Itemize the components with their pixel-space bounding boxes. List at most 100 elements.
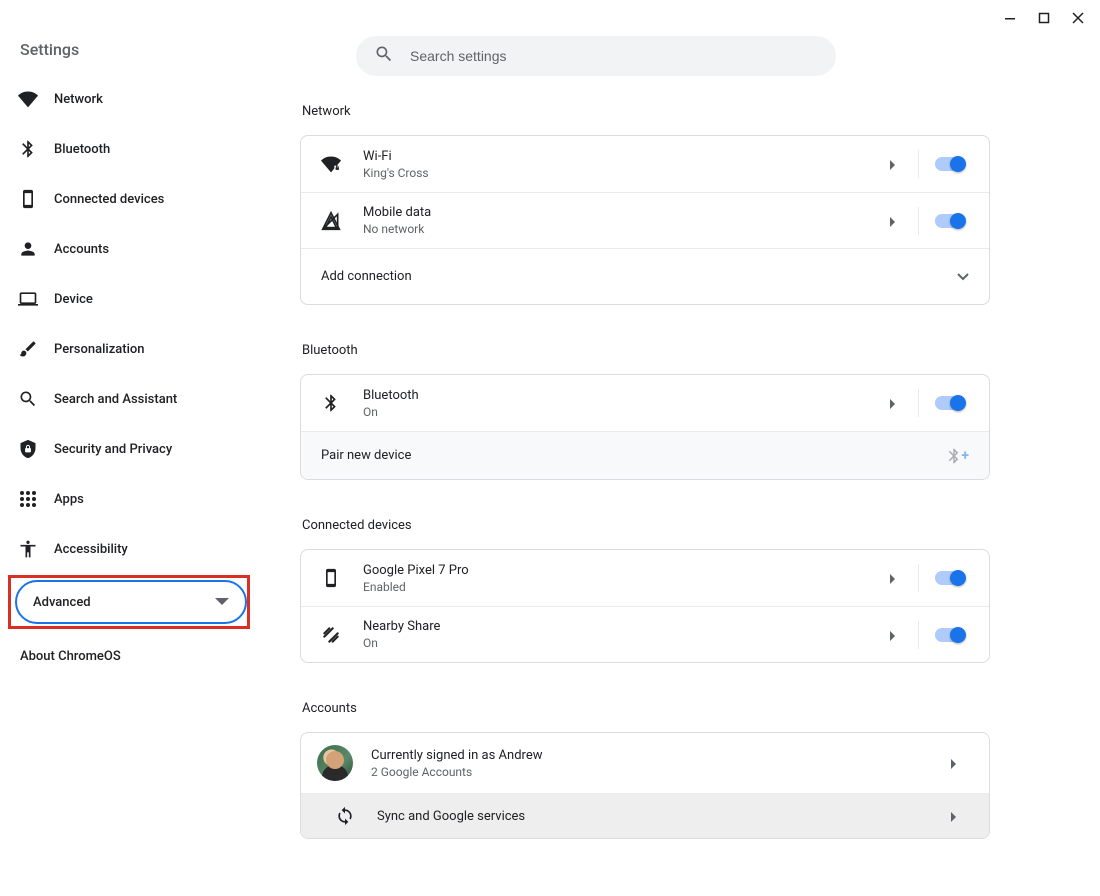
bluetooth-card: Bluetooth On Pair new device + <box>300 374 990 480</box>
chevron-down-icon <box>215 595 229 609</box>
close-button[interactable] <box>1064 4 1092 32</box>
row-title: Mobile data <box>363 205 878 220</box>
section-title-connected: Connected devices <box>302 518 990 533</box>
sidebar-item-accessibility[interactable]: Accessibility <box>8 529 244 569</box>
wifi-lock-icon <box>321 154 341 174</box>
row-subtitle: King's Cross <box>363 166 878 180</box>
chevron-right-icon <box>888 216 898 226</box>
sidebar-item-label: Advanced <box>33 595 91 610</box>
chevron-right-icon <box>888 159 898 169</box>
row-subtitle: 2 Google Accounts <box>371 765 939 779</box>
bluetooth-icon <box>18 139 38 159</box>
connected-card: Google Pixel 7 Pro Enabled Nearby Share … <box>300 549 990 663</box>
row-subtitle: On <box>363 405 878 419</box>
wifi-toggle[interactable] <box>935 157 965 171</box>
sidebar-item-label: Search and Assistant <box>54 392 177 407</box>
sidebar-item-bluetooth[interactable]: Bluetooth <box>8 129 244 169</box>
sidebar-item-label: Apps <box>54 492 84 507</box>
row-title: Pair new device <box>321 448 945 463</box>
chevron-right-icon <box>888 630 898 640</box>
sidebar-item-security-privacy[interactable]: Security and Privacy <box>8 429 244 469</box>
bluetooth-row[interactable]: Bluetooth On <box>301 375 989 431</box>
wifi-row[interactable]: Wi-Fi King's Cross <box>301 136 989 192</box>
row-title: Wi-Fi <box>363 149 878 164</box>
apps-icon <box>18 489 38 509</box>
chevron-right-icon <box>949 758 959 768</box>
sidebar-item-label: About ChromeOS <box>20 649 121 664</box>
phone-toggle[interactable] <box>935 571 965 585</box>
sidebar-item-search-assistant[interactable]: Search and Assistant <box>8 379 244 419</box>
phone-row[interactable]: Google Pixel 7 Pro Enabled <box>301 550 989 606</box>
phone-icon <box>321 568 341 588</box>
section-title-bluetooth: Bluetooth <box>302 343 990 358</box>
search-input[interactable] <box>410 48 818 64</box>
shield-icon <box>18 439 38 459</box>
row-subtitle: On <box>363 636 878 650</box>
nearby-share-row[interactable]: Nearby Share On <box>301 606 989 662</box>
sidebar-item-label: Personalization <box>54 342 145 357</box>
sidebar-item-label: Bluetooth <box>54 142 110 157</box>
avatar <box>317 745 353 781</box>
row-subtitle: No network <box>363 222 878 236</box>
sync-icon <box>335 806 355 826</box>
sidebar-item-connected-devices[interactable]: Connected devices <box>8 179 244 219</box>
separator <box>918 389 919 417</box>
search-bar[interactable] <box>356 36 836 76</box>
separator <box>918 207 919 235</box>
row-title: Sync and Google services <box>377 809 939 824</box>
sidebar-item-label: Accounts <box>54 242 109 257</box>
sync-row[interactable]: Sync and Google services <box>301 793 989 838</box>
sidebar-item-label: Network <box>54 92 103 107</box>
accounts-card: Currently signed in as Andrew 2 Google A… <box>300 732 990 839</box>
wifi-icon <box>18 89 38 109</box>
row-title: Google Pixel 7 Pro <box>363 563 878 578</box>
separator <box>918 564 919 592</box>
sidebar-item-personalization[interactable]: Personalization <box>8 329 244 369</box>
brush-icon <box>18 339 38 359</box>
chevron-right-icon <box>949 811 959 821</box>
sidebar-item-about[interactable]: About ChromeOS <box>8 639 256 674</box>
row-title: Bluetooth <box>363 388 878 403</box>
separator <box>918 621 919 649</box>
sidebar-item-label: Connected devices <box>54 192 164 207</box>
bluetooth-add-icon: + <box>945 447 969 465</box>
accessibility-icon <box>18 539 38 559</box>
account-row[interactable]: Currently signed in as Andrew 2 Google A… <box>301 733 989 793</box>
laptop-icon <box>18 289 38 309</box>
sidebar-item-label: Device <box>54 292 93 307</box>
network-card: Wi-Fi King's Cross Mobile data No networ… <box>300 135 990 305</box>
pair-device-row[interactable]: Pair new device + <box>301 431 989 479</box>
bluetooth-icon <box>321 393 341 413</box>
person-icon <box>18 239 38 259</box>
add-connection-row[interactable]: Add connection <box>301 248 989 304</box>
maximize-button[interactable] <box>1030 4 1058 32</box>
sidebar-item-accounts[interactable]: Accounts <box>8 229 244 269</box>
row-title: Nearby Share <box>363 619 878 634</box>
cellular-icon <box>321 211 341 231</box>
row-title: Add connection <box>321 269 957 284</box>
sidebar: Settings Network Bluetooth Connected dev… <box>0 36 256 896</box>
search-icon <box>374 44 394 68</box>
search-icon <box>18 389 38 409</box>
chevron-down-icon <box>957 271 969 283</box>
app-title: Settings <box>8 32 256 79</box>
row-title: Currently signed in as Andrew <box>371 748 939 763</box>
sidebar-item-apps[interactable]: Apps <box>8 479 244 519</box>
chevron-right-icon <box>888 573 898 583</box>
section-title-accounts: Accounts <box>302 701 990 716</box>
phone-icon <box>18 189 38 209</box>
mobile-toggle[interactable] <box>935 214 965 228</box>
row-subtitle: Enabled <box>363 580 878 594</box>
section-title-network: Network <box>302 104 990 119</box>
nearby-toggle[interactable] <box>935 628 965 642</box>
chevron-right-icon <box>888 398 898 408</box>
bluetooth-toggle[interactable] <box>935 396 965 410</box>
sidebar-item-device[interactable]: Device <box>8 279 244 319</box>
highlight-box: Advanced <box>8 575 250 629</box>
sidebar-item-label: Security and Privacy <box>54 442 172 457</box>
mobile-data-row[interactable]: Mobile data No network <box>301 192 989 248</box>
sidebar-item-network[interactable]: Network <box>8 79 244 119</box>
sidebar-item-advanced[interactable]: Advanced <box>15 580 247 624</box>
sidebar-item-label: Accessibility <box>54 542 128 557</box>
minimize-button[interactable] <box>996 4 1024 32</box>
